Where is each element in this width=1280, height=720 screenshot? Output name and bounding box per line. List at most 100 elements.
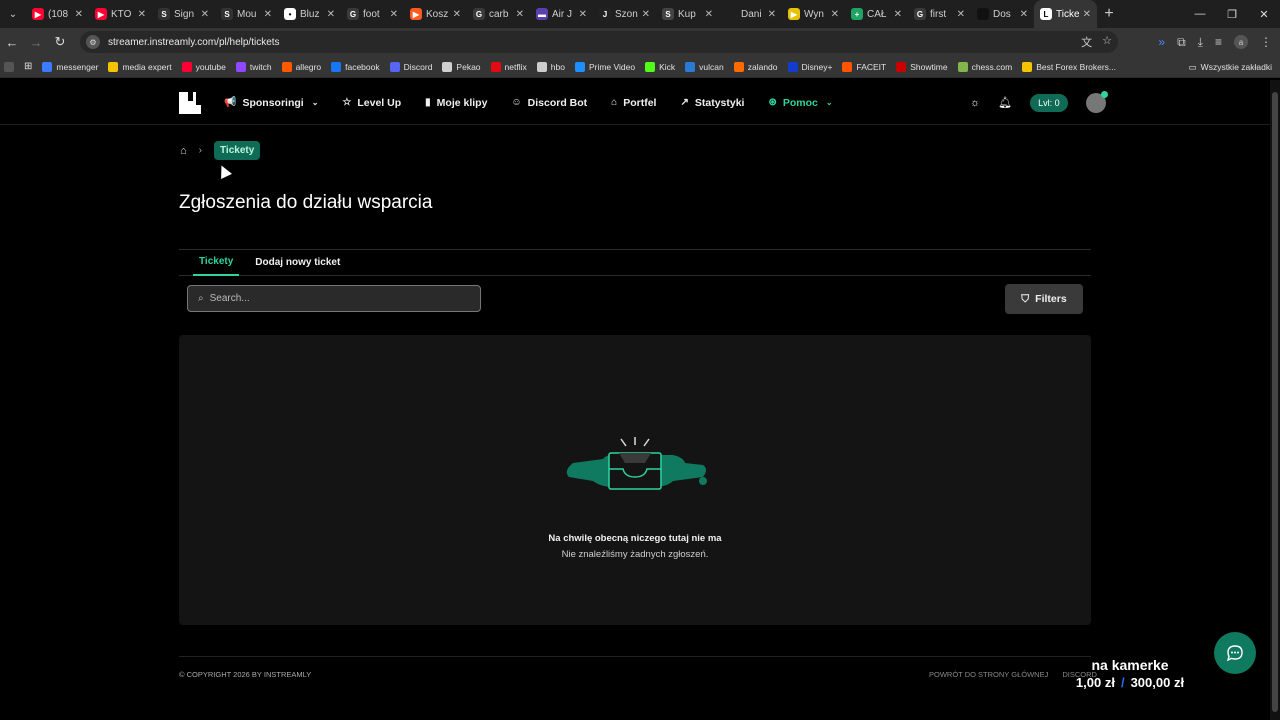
tab-close-icon[interactable]: ✕ (453, 9, 461, 20)
tab-close-icon[interactable]: ✕ (75, 9, 83, 20)
browser-tab[interactable]: L Ticke ✕ (1034, 0, 1097, 28)
download-icon[interactable]: ⤓ (1198, 35, 1203, 50)
tab-close-icon[interactable]: ✕ (768, 9, 776, 20)
bookmark-favicon-icon (490, 61, 501, 72)
chat-button[interactable] (1214, 632, 1256, 674)
bookmark-s-icon[interactable] (4, 61, 14, 72)
tab-close-icon[interactable]: ✕ (138, 9, 146, 20)
scrollbar-thumb[interactable] (1272, 92, 1278, 712)
bookmark-item[interactable]: Pekao (442, 61, 481, 72)
all-bookmarks-folder[interactable]: ▭ Wszystkie zakładki (1189, 56, 1272, 78)
bookmark-item[interactable]: vulcan (685, 61, 724, 72)
browser-tab[interactable]: ▶ KTO ✕ (89, 0, 152, 28)
profile-avatar[interactable]: a (1234, 35, 1248, 49)
tab-search-icon[interactable]: ⌄ (0, 0, 26, 28)
tab-close-icon[interactable]: ✕ (1020, 9, 1028, 20)
nav-item[interactable]: ▮ Moje klipy (425, 97, 487, 109)
nav-item[interactable]: ⌂ Portfel (611, 97, 656, 109)
browser-tab[interactable]: Gfirst ✕ (908, 0, 971, 28)
user-avatar[interactable] (1085, 90, 1108, 113)
theme-toggle-icon[interactable]: ☼ (970, 97, 980, 109)
tab-close-icon[interactable]: ✕ (957, 9, 965, 20)
browser-tab[interactable]: J Szon ✕ (593, 0, 656, 28)
bookmark-item[interactable]: zalando (733, 61, 778, 72)
apps-grid-icon[interactable]: ⊞ (24, 61, 32, 72)
browser-tab[interactable]: S Sign ✕ (152, 0, 215, 28)
media-control-icon[interactable]: ≡ (1215, 35, 1222, 49)
page-scrollbar[interactable] (1270, 80, 1280, 720)
bookmark-item[interactable]: Discord (389, 61, 432, 72)
browser-tab[interactable]: ▶ Kosz ✕ (404, 0, 467, 28)
reload-icon[interactable]: ↻ (48, 28, 72, 56)
home-icon[interactable]: ⌂ (180, 145, 187, 157)
search-input[interactable] (209, 293, 450, 304)
nav-item[interactable]: 📢 Sponsoringi ⌄ (224, 97, 318, 109)
bookmark-item[interactable]: FACEIT (842, 61, 886, 72)
tab-close-icon[interactable]: ✕ (201, 9, 209, 20)
tab-favicon-icon: ▬ (536, 8, 548, 20)
tab-close-icon[interactable]: ✕ (894, 9, 902, 20)
browser-tab[interactable]: Gcarb ✕ (467, 0, 530, 28)
browser-menu-icon[interactable]: ⋮ (1260, 35, 1272, 49)
url-bar[interactable]: ⚙ streamer.instreamly.com/pl/help/ticket… (80, 31, 1118, 53)
tab-close-icon[interactable]: ✕ (831, 9, 839, 20)
bookmark-item[interactable]: youtube (181, 61, 226, 72)
browser-tab[interactable]: + CAŁ ✕ (845, 0, 908, 28)
instreamly-logo[interactable] (179, 92, 201, 114)
tab-close-icon[interactable]: ✕ (705, 9, 713, 20)
browser-tab[interactable]: Gfoot ✕ (341, 0, 404, 28)
bookmark-item[interactable]: Prime Video (574, 61, 635, 72)
bookmark-item[interactable]: twitch (235, 61, 272, 72)
browser-tab[interactable]: ▶ (108 ✕ (26, 0, 89, 28)
bookmark-label: Kick (659, 61, 676, 72)
back-icon[interactable]: ← (0, 28, 24, 56)
bookmark-item[interactable]: Kick (645, 61, 676, 72)
browser-tab[interactable]: Dani ✕ (719, 0, 782, 28)
nav-item[interactable]: ☆ Level Up (342, 97, 401, 109)
bookmark-star-icon[interactable]: ☆ (1102, 34, 1112, 50)
new-tab-button[interactable]: + (1097, 5, 1121, 23)
tab-close-icon[interactable]: ✕ (264, 9, 272, 20)
bookmark-item[interactable]: Showtime (896, 61, 948, 72)
browser-tab[interactable]: S Kup ✕ (656, 0, 719, 28)
bookmark-item[interactable]: Disney+ (787, 61, 832, 72)
browser-tab[interactable]: S Mou ✕ (215, 0, 278, 28)
bookmark-item[interactable]: netflix (490, 61, 527, 72)
level-badge[interactable]: Lvl: 0 (1030, 93, 1068, 112)
tab-favicon-icon: G (914, 8, 926, 20)
tab-close-icon[interactable]: ✕ (579, 9, 587, 20)
bookmark-item[interactable]: Best Forex Brokers... (1022, 61, 1116, 72)
browser-tab[interactable]: ▶ Wyn ✕ (782, 0, 845, 28)
browser-tab[interactable]: ▬ Air J ✕ (530, 0, 593, 28)
nav-item[interactable]: ↗ Statystyki (680, 97, 744, 109)
minimize-icon[interactable]: — (1184, 0, 1216, 28)
bookmark-item[interactable]: media expert (108, 61, 172, 72)
bookmark-item[interactable]: messenger (42, 61, 98, 72)
restore-icon[interactable]: ❐ (1216, 0, 1248, 28)
extensions-puzzle-icon[interactable]: ⧉ (1177, 35, 1186, 50)
translate-icon[interactable]: 文 (1081, 34, 1092, 50)
site-info-icon[interactable]: ⚙ (86, 35, 100, 49)
nav-item[interactable]: ☺ Discord Bot (511, 97, 587, 109)
tab-close-icon[interactable]: ✕ (390, 9, 398, 20)
bookmark-item[interactable]: chess.com (957, 61, 1012, 72)
bookmark-item[interactable]: facebook (331, 61, 380, 72)
bookmark-item[interactable]: hbo (536, 61, 565, 72)
browser-tab[interactable]: • Bluz ✕ (278, 0, 341, 28)
footer-home-link[interactable]: POWRÓT DO STRONY GŁÓWNEJ (929, 670, 1048, 679)
tab-add-ticket[interactable]: Dodaj nowy ticket (255, 250, 340, 276)
tab-close-icon[interactable]: ✕ (1083, 9, 1091, 20)
tab-close-icon[interactable]: ✕ (642, 9, 650, 20)
tab-tickets[interactable]: Tickety (193, 250, 240, 276)
extension-icon[interactable]: » (1158, 35, 1165, 49)
nav-item[interactable]: ⊛ Pomoc ⌄ (768, 97, 832, 109)
bookmark-item[interactable]: allegro (281, 61, 321, 72)
close-window-icon[interactable]: ✕ (1248, 0, 1280, 28)
filters-button[interactable]: ⛉ Filters (1005, 284, 1083, 314)
browser-tab[interactable]: Dos ✕ (971, 0, 1034, 28)
tab-close-icon[interactable]: ✕ (516, 9, 524, 20)
notification-bell-icon[interactable]: 🔔︎ (998, 96, 1012, 109)
tab-close-icon[interactable]: ✕ (327, 9, 335, 20)
breadcrumb-current[interactable]: Tickety (214, 141, 261, 160)
forward-icon[interactable]: → (24, 28, 48, 56)
